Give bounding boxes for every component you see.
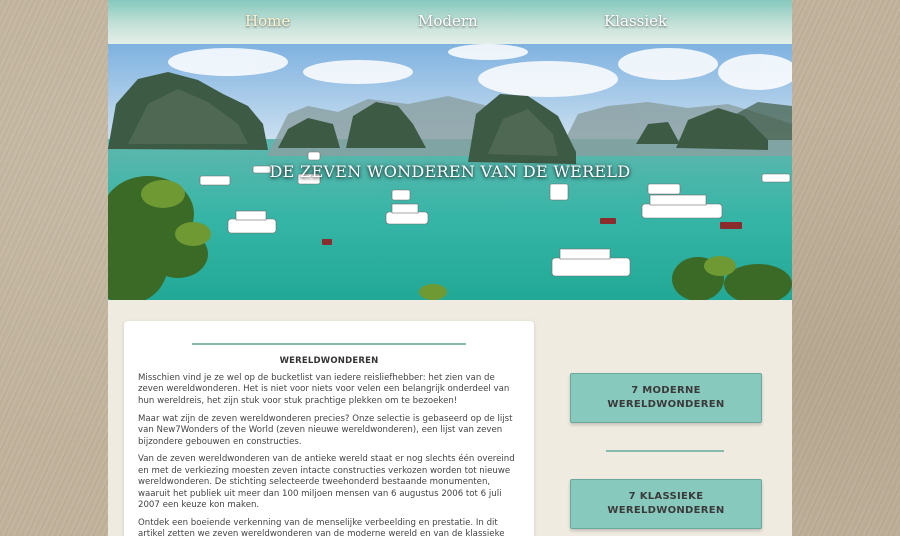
nav-modern-link[interactable]: Modern: [418, 12, 478, 30]
sidebar-divider: [606, 450, 724, 452]
page-frame: Home Modern Klassiek DE ZEVEN WONDEREN V…: [108, 0, 792, 536]
article-paragraph: Maar wat zijn de zeven wereldwonderen pr…: [138, 413, 513, 447]
nav-home-link[interactable]: Home: [245, 12, 290, 30]
article-paragraph: Misschien vind je ze wel op de bucketlis…: [138, 373, 510, 406]
modern-wonders-button[interactable]: 7 MODERNE WERELDWONDEREN: [570, 373, 762, 423]
hero-banner: DE ZEVEN WONDEREN VAN DE WERELD: [108, 44, 792, 300]
classic-wonders-button[interactable]: 7 KLASSIEKE WERELDWONDEREN: [570, 479, 762, 529]
article-paragraph: Van de zeven wereldwonderen van de antie…: [138, 454, 515, 511]
article-heading: WERELDWONDEREN: [279, 356, 379, 366]
article-body: Misschien vind je ze wel op de bucketlis…: [138, 373, 522, 536]
article-paragraph: Ontdek een boeiende verkenning van de me…: [138, 517, 505, 536]
article-card: WERELDWONDEREN Misschien vind je ze wel …: [124, 321, 534, 536]
nav-klassiek-link[interactable]: Klassiek: [604, 12, 667, 30]
main-nav: Home Modern Klassiek: [108, 0, 792, 44]
article-divider: [192, 343, 466, 345]
hero-title: DE ZEVEN WONDEREN VAN DE WERELD: [269, 162, 631, 181]
